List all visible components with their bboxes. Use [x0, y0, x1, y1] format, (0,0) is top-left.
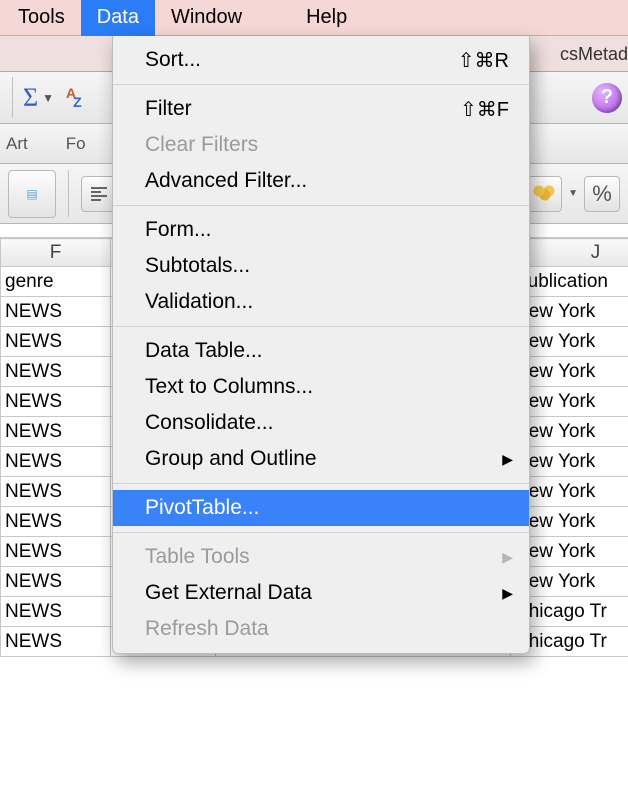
- menu-help[interactable]: Help: [290, 0, 363, 36]
- group-label-art: Art: [6, 134, 28, 154]
- menu-item-get-external-data[interactable]: Get External Data▶: [113, 575, 529, 611]
- group-label-font: Fo: [66, 134, 86, 154]
- shortcut-label: ⇧⌘R: [458, 48, 509, 73]
- skull-icon[interactable]: [594, 0, 626, 36]
- menu-item-clear-filters: Clear Filters: [113, 127, 529, 163]
- menu-item-filter[interactable]: Filter⇧⌘F: [113, 91, 529, 127]
- col-header-f[interactable]: F: [1, 239, 111, 267]
- menu-item-data-table[interactable]: Data Table...: [113, 333, 529, 369]
- menubar: Tools Data Window Help: [0, 0, 628, 36]
- menu-item-refresh-data: Refresh Data: [113, 611, 529, 647]
- percent-button[interactable]: %: [584, 176, 620, 212]
- menu-tools[interactable]: Tools: [2, 0, 81, 36]
- coins-icon: [533, 185, 555, 203]
- menu-item-validation[interactable]: Validation...: [113, 284, 529, 320]
- script-menu-icon[interactable]: [258, 0, 290, 36]
- submenu-arrow-icon: ▶: [502, 549, 513, 566]
- menu-item-pivottable[interactable]: PivotTable...: [113, 490, 529, 526]
- menu-item-subtotals[interactable]: Subtotals...: [113, 248, 529, 284]
- menu-item-group-outline[interactable]: Group and Outline▶: [113, 441, 529, 477]
- toolbar-button-a[interactable]: ▤: [8, 170, 56, 218]
- menu-window[interactable]: Window: [155, 0, 258, 36]
- menu-item-advanced-filter[interactable]: Advanced Filter...: [113, 163, 529, 199]
- currency-button[interactable]: [526, 176, 562, 212]
- menu-item-form[interactable]: Form...: [113, 212, 529, 248]
- submenu-arrow-icon: ▶: [502, 451, 513, 468]
- menu-item-sort[interactable]: Sort...⇧⌘R: [113, 42, 529, 78]
- help-icon[interactable]: ?: [592, 83, 622, 113]
- menu-item-table-tools: Table Tools▶: [113, 539, 529, 575]
- menu-item-consolidate[interactable]: Consolidate...: [113, 405, 529, 441]
- tab-label[interactable]: csMetad: [560, 44, 628, 65]
- autosum-icon[interactable]: Σ: [23, 83, 38, 113]
- data-menu-dropdown: Sort...⇧⌘R Filter⇧⌘F Clear Filters Advan…: [112, 36, 530, 654]
- submenu-arrow-icon: ▶: [502, 585, 513, 602]
- menu-data[interactable]: Data: [81, 0, 155, 36]
- menu-item-text-to-columns[interactable]: Text to Columns...: [113, 369, 529, 405]
- shortcut-label: ⇧⌘F: [460, 97, 509, 122]
- sort-az-icon[interactable]: AZ: [66, 86, 85, 109]
